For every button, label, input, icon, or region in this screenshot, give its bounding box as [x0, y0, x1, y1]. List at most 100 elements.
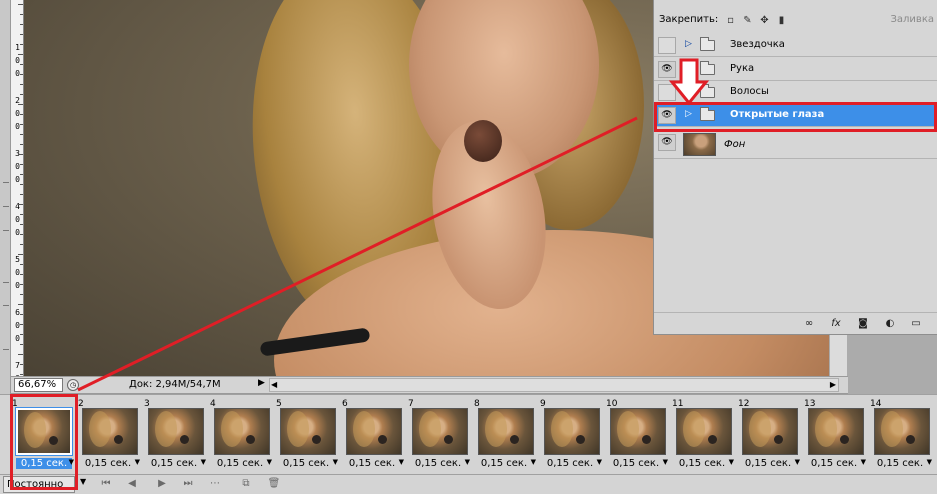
eye-icon[interactable]	[658, 84, 676, 101]
tween-icon[interactable]: ⋯	[207, 477, 223, 491]
eye-icon[interactable]: 👁	[658, 61, 676, 78]
ruler-label: 6	[15, 308, 20, 317]
mask-icon[interactable]: ◙	[856, 318, 870, 330]
delay-dropdown-icon[interactable]: ▼	[465, 458, 470, 466]
play-icon[interactable]: ▶	[154, 477, 170, 491]
zoom-field[interactable]: 66,67%	[14, 378, 63, 392]
expand-triangle-icon[interactable]: ▷	[685, 86, 692, 96]
animation-frame[interactable]: 7 0,15 сек. ▼	[406, 398, 470, 472]
delay-dropdown-icon[interactable]: ▼	[663, 458, 668, 466]
animation-frame[interactable]: 8 0,15 сек. ▼	[472, 398, 536, 472]
frame-delay[interactable]: 0,15 сек.	[736, 458, 800, 469]
folder-icon	[700, 61, 715, 75]
delay-dropdown-icon[interactable]: ▼	[927, 458, 932, 466]
frame-thumbnail	[214, 408, 270, 455]
layer-row[interactable]: ▷ Звездочка	[654, 34, 937, 57]
frame-delay[interactable]: 0,15 сек.	[670, 458, 734, 469]
frame-thumbnail	[82, 408, 138, 455]
layer-thumbnail	[683, 133, 716, 156]
animation-frame[interactable]: 12 0,15 сек. ▼	[736, 398, 800, 472]
frame-delay[interactable]: 0,15 сек.	[340, 458, 404, 469]
animation-frame[interactable]: 14 0,15 сек. ▼	[868, 398, 932, 472]
animation-frame[interactable]: 4 0,15 сек. ▼	[208, 398, 272, 472]
ruler-tick	[20, 64, 23, 65]
duplicate-frame-icon[interactable]: ⧉	[238, 477, 254, 491]
first-frame-icon[interactable]: ⏮	[98, 477, 114, 491]
clock-icon[interactable]: ◷	[67, 379, 79, 391]
ruler-tick	[20, 214, 23, 215]
lock-all-icon[interactable]: ▮	[776, 15, 787, 26]
delay-dropdown-icon[interactable]: ▼	[135, 458, 140, 466]
frame-delay[interactable]: 0,15 сек.	[802, 458, 866, 469]
frame-delay[interactable]: 0,15 сек.	[76, 458, 140, 469]
frame-delay[interactable]: 0,15 сек.	[538, 458, 602, 469]
frame-thumbnail	[610, 408, 666, 455]
layer-row[interactable]: ▷ Волосы	[654, 81, 937, 104]
delay-dropdown-icon[interactable]: ▼	[201, 458, 206, 466]
animation-frame[interactable]: 2 0,15 сек. ▼	[76, 398, 140, 472]
eye-icon[interactable]	[658, 37, 676, 54]
frame-thumbnail	[676, 408, 732, 455]
new-group-icon[interactable]: ▭	[909, 318, 923, 330]
delete-frame-icon[interactable]: 🗑	[266, 477, 282, 491]
ruler-tick	[20, 74, 23, 75]
ruler-label: 0	[15, 175, 20, 184]
lock-transparency-icon[interactable]: ▫	[725, 15, 736, 26]
delay-dropdown-icon[interactable]: ▼	[795, 458, 800, 466]
vertical-scrollbar[interactable]	[829, 335, 847, 376]
frame-delay[interactable]: 0,15 сек.	[208, 458, 272, 469]
layers-panel: Закрепить: ▫ ✎ ✥ ▮ Заливка ▷ Звездочка 👁 ▷ Р…	[653, 0, 937, 335]
horizontal-scrollbar[interactable]: ◀ ▶	[269, 378, 839, 392]
animation-frame[interactable]: 6 0,15 сек. ▼	[340, 398, 404, 472]
layer-name: Рука	[730, 63, 755, 74]
status-bar: 66,67% ◷ Док: 2,94M/54,7M ▶ ◀ ▶	[11, 376, 848, 394]
folder-icon	[700, 84, 715, 98]
ruler-tick	[18, 304, 23, 305]
ruler-tick	[20, 164, 23, 165]
loop-dropdown-icon[interactable]: ▼	[80, 477, 86, 486]
layer-row[interactable]: 👁 Фон	[654, 131, 937, 159]
frame-delay[interactable]: 0,15 сек.	[472, 458, 536, 469]
status-menu-arrow-icon[interactable]: ▶	[258, 378, 265, 388]
tool-marker	[3, 182, 9, 183]
link-icon[interactable]: ∞	[802, 318, 816, 330]
ruler-tick	[20, 224, 23, 225]
adjustment-icon[interactable]: ◐	[883, 318, 897, 330]
expand-triangle-icon[interactable]: ▷	[685, 39, 692, 49]
fx-icon[interactable]: fx	[829, 318, 843, 330]
delay-dropdown-icon[interactable]: ▼	[333, 458, 338, 466]
animation-frame[interactable]: 13 0,15 сек. ▼	[802, 398, 866, 472]
layer-row[interactable]: 👁 ▷ Рука	[654, 58, 937, 81]
scroll-left-icon[interactable]: ◀	[271, 379, 277, 391]
animation-frame[interactable]: 11 0,15 сек. ▼	[670, 398, 734, 472]
animation-frame[interactable]: 5 0,15 сек. ▼	[274, 398, 338, 472]
delay-dropdown-icon[interactable]: ▼	[531, 458, 536, 466]
panel-footer: ∞ fx ◙ ◐ ▭	[654, 312, 937, 334]
frame-delay[interactable]: 0,15 сек.	[868, 458, 932, 469]
ruler-tick	[20, 294, 23, 295]
delay-dropdown-icon[interactable]: ▼	[729, 458, 734, 466]
animation-frame[interactable]: 10 0,15 сек. ▼	[604, 398, 668, 472]
lock-row: Закрепить: ▫ ✎ ✥ ▮ Заливка	[654, 8, 937, 32]
scroll-right-icon[interactable]: ▶	[830, 379, 836, 391]
eye-icon[interactable]: 👁	[658, 134, 676, 151]
animation-frame[interactable]: 9 0,15 сек. ▼	[538, 398, 602, 472]
lock-move-icon[interactable]: ✥	[759, 15, 770, 26]
frame-thumbnail	[808, 408, 864, 455]
animation-frame[interactable]: 3 0,15 сек. ▼	[142, 398, 206, 472]
frame-delay[interactable]: 0,15 сек.	[406, 458, 470, 469]
lock-brush-icon[interactable]: ✎	[742, 15, 753, 26]
frame-delay[interactable]: 0,15 сек.	[142, 458, 206, 469]
next-frame-icon[interactable]: ⏭	[180, 477, 196, 491]
frame-delay[interactable]: 0,15 сек.	[274, 458, 338, 469]
delay-dropdown-icon[interactable]: ▼	[597, 458, 602, 466]
delay-dropdown-icon[interactable]: ▼	[399, 458, 404, 466]
expand-triangle-icon[interactable]: ▷	[685, 63, 692, 73]
delay-dropdown-icon[interactable]: ▼	[267, 458, 272, 466]
delay-dropdown-icon[interactable]: ▼	[861, 458, 866, 466]
ruler-tick	[20, 34, 23, 35]
frame-thumbnail	[874, 408, 930, 455]
animation-frames: 1 0,15 сек. ▼ 2 0,15 сек. ▼ 3 0,15 сек. ▼ 4 0,15 с…	[0, 394, 937, 474]
frame-delay[interactable]: 0,15 сек.	[604, 458, 668, 469]
prev-frame-icon[interactable]: ◀	[124, 477, 140, 491]
